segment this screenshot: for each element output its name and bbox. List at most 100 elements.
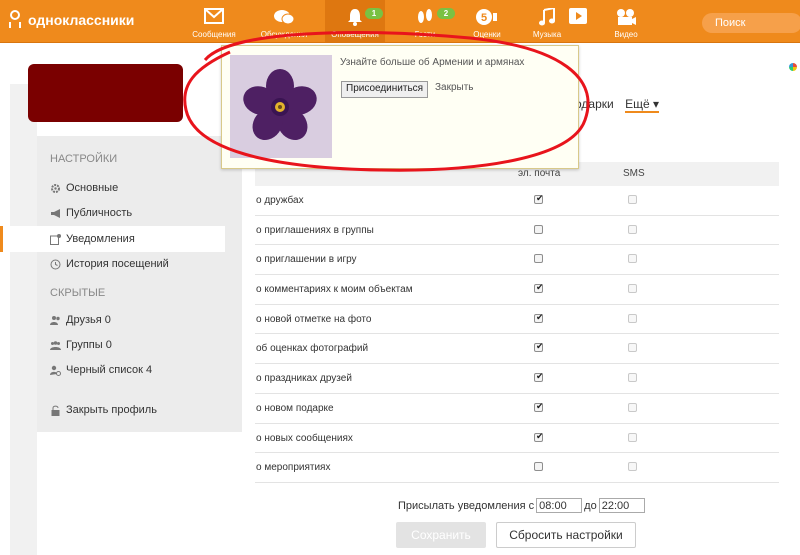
ok-logo-icon bbox=[8, 10, 22, 30]
hidden-heading: СКРЫТЫЕ bbox=[50, 287, 106, 299]
profile-name-redacted bbox=[28, 64, 183, 122]
settings-heading: НАСТРОЙКИ bbox=[50, 153, 118, 165]
nav-notifications-label: Оповещения bbox=[331, 30, 379, 39]
sidebar-item-notifications-label: Уведомления bbox=[66, 233, 135, 245]
nav-guests-label: Гости bbox=[414, 30, 436, 39]
column-sms-header: SMS bbox=[623, 168, 645, 179]
megaphone-icon bbox=[51, 208, 60, 218]
group-invite-popup: Узнайте больше об Армении и армянах Прис… bbox=[221, 45, 579, 169]
sms-checkbox[interactable] bbox=[628, 462, 637, 472]
close-profile-label: Закрыть профиль bbox=[66, 404, 157, 416]
email-checkbox[interactable] bbox=[534, 224, 543, 234]
notification-type-label: о новой отметке на фото bbox=[256, 313, 372, 325]
email-checkbox[interactable]: ✔ bbox=[534, 342, 544, 353]
history-icon bbox=[50, 259, 61, 269]
table-row: о новой отметке на фото ✔ bbox=[255, 305, 779, 335]
table-row: о приглашениях в группы bbox=[255, 216, 779, 246]
column-email-header: эл. почта bbox=[518, 168, 561, 179]
email-checkbox[interactable] bbox=[534, 462, 543, 472]
guests-badge: 2 bbox=[437, 8, 455, 19]
notification-type-label: о приглашении в игру bbox=[256, 254, 357, 266]
table-row: о мероприятиях bbox=[255, 453, 779, 483]
table-row: о комментариях к моим объектам ✔ bbox=[255, 275, 779, 305]
sidebar-item-blacklist-label: Черный список 4 bbox=[66, 364, 153, 376]
email-checkbox[interactable]: ✔ bbox=[534, 194, 544, 204]
nav-notifications[interactable]: 1 Оповещения bbox=[325, 0, 385, 42]
sms-checkbox[interactable] bbox=[628, 284, 637, 294]
top-navigation-bar: одноклассники Сообщения Обсуждения 1 Опо… bbox=[0, 0, 800, 43]
sidebar-item-friends[interactable]: Друзья 0 bbox=[50, 310, 111, 330]
schedule-prefix: Присылать уведомления с bbox=[398, 499, 535, 512]
svg-text:5: 5 bbox=[481, 12, 487, 24]
nav-ratings-label: Оценки bbox=[473, 30, 501, 39]
notification-icon bbox=[50, 233, 61, 245]
nav-guests[interactable]: 2 Гости bbox=[395, 0, 455, 42]
sms-checkbox[interactable] bbox=[628, 254, 637, 264]
sms-checkbox[interactable] bbox=[628, 313, 637, 323]
save-button[interactable]: Сохранить bbox=[396, 522, 486, 548]
time-to-input[interactable]: 22:00 bbox=[598, 498, 645, 513]
sidebar-item-friends-label: Друзья 0 bbox=[66, 314, 111, 326]
sidebar-item-general[interactable]: Основные bbox=[50, 178, 118, 198]
join-button[interactable]: Присоединиться bbox=[341, 81, 429, 98]
sidebar-item-publicity[interactable]: Публичность bbox=[50, 203, 132, 223]
settings-sidebar: НАСТРОЙКИ Основные Публичность bbox=[37, 136, 242, 432]
close-popup-link[interactable]: Закрыть bbox=[435, 82, 474, 93]
sms-checkbox[interactable] bbox=[628, 432, 637, 442]
email-checkbox[interactable]: ✔ bbox=[534, 401, 544, 412]
sms-checkbox[interactable] bbox=[628, 373, 637, 383]
sms-checkbox[interactable] bbox=[628, 343, 637, 353]
notification-schedule: Присылать уведомления с 08:00 до 22:00 bbox=[398, 498, 645, 513]
video-camera-icon bbox=[617, 9, 636, 25]
rating-five-icon: 5 bbox=[476, 9, 497, 25]
notification-type-label: о комментариях к моим объектам bbox=[256, 284, 413, 296]
notification-type-label: о праздниках друзей bbox=[256, 373, 352, 385]
email-checkbox[interactable]: ✔ bbox=[534, 283, 544, 294]
email-checkbox[interactable]: ✔ bbox=[534, 431, 544, 442]
notifications-table: эл. почта SMS о дружбах ✔ о приглашениях в… bbox=[255, 162, 779, 483]
notifications-badge: 1 bbox=[365, 8, 383, 19]
sms-checkbox[interactable] bbox=[628, 195, 637, 204]
nav-discussions-label: Обсуждения bbox=[260, 30, 308, 39]
sms-checkbox[interactable] bbox=[628, 402, 637, 412]
sidebar-item-history-label: История посещений bbox=[66, 258, 169, 270]
table-row: об оценках фотографий ✔ bbox=[255, 334, 779, 365]
table-row: о праздниках друзей ✔ bbox=[255, 364, 779, 394]
logo-text: одноклассники bbox=[28, 12, 135, 28]
tab-gifts[interactable]: одарки bbox=[575, 97, 614, 111]
sidebar-item-groups[interactable]: Группы 0 bbox=[50, 335, 112, 355]
popup-message: Узнайте больше об Армении и армянах bbox=[340, 57, 525, 68]
sidebar-item-history[interactable]: История посещений bbox=[50, 254, 169, 274]
sms-checkbox[interactable] bbox=[628, 224, 637, 234]
blocked-user-icon bbox=[50, 365, 61, 376]
reset-settings-button[interactable]: Сбросить настройки bbox=[496, 522, 636, 548]
tab-more[interactable]: Ещё ▾ bbox=[625, 97, 659, 113]
nav-discussions[interactable]: Обсуждения bbox=[254, 0, 314, 42]
sidebar-item-groups-label: Группы 0 bbox=[66, 339, 112, 351]
notification-type-label: об оценках фотографий bbox=[256, 343, 369, 355]
search-input[interactable]: Поиск bbox=[702, 13, 800, 33]
nav-ratings[interactable]: 5 Оценки bbox=[457, 0, 517, 42]
email-checkbox[interactable]: ✔ bbox=[534, 312, 544, 323]
nav-messages[interactable]: Сообщения bbox=[184, 0, 244, 42]
nav-video[interactable]: Видео bbox=[596, 0, 656, 42]
nav-messages-label: Сообщения bbox=[192, 30, 236, 39]
nav-video-label: Видео bbox=[614, 30, 638, 39]
email-checkbox[interactable]: ✔ bbox=[534, 372, 544, 383]
site-logo[interactable]: одноклассники bbox=[8, 10, 134, 30]
notification-type-label: о новых сообщениях bbox=[256, 432, 353, 444]
friends-icon bbox=[50, 315, 60, 325]
time-from-input[interactable]: 08:00 bbox=[536, 498, 583, 513]
close-profile-link[interactable]: Закрыть профиль bbox=[50, 400, 157, 420]
sidebar-item-notifications[interactable]: Уведомления bbox=[50, 229, 135, 249]
sidebar-item-general-label: Основные bbox=[66, 182, 119, 194]
notification-type-label: о мероприятиях bbox=[256, 462, 331, 474]
profile-tabs: одарки Ещё ▾ bbox=[575, 97, 659, 113]
color-wheel-icon[interactable] bbox=[789, 63, 797, 71]
forget-me-not-flower-icon[interactable] bbox=[230, 55, 332, 158]
email-checkbox[interactable] bbox=[534, 254, 543, 264]
notification-type-label: о приглашениях в группы bbox=[256, 224, 374, 236]
sidebar-item-blacklist[interactable]: Черный список 4 bbox=[50, 360, 152, 380]
bell-icon bbox=[348, 9, 362, 26]
gear-icon bbox=[51, 183, 60, 193]
